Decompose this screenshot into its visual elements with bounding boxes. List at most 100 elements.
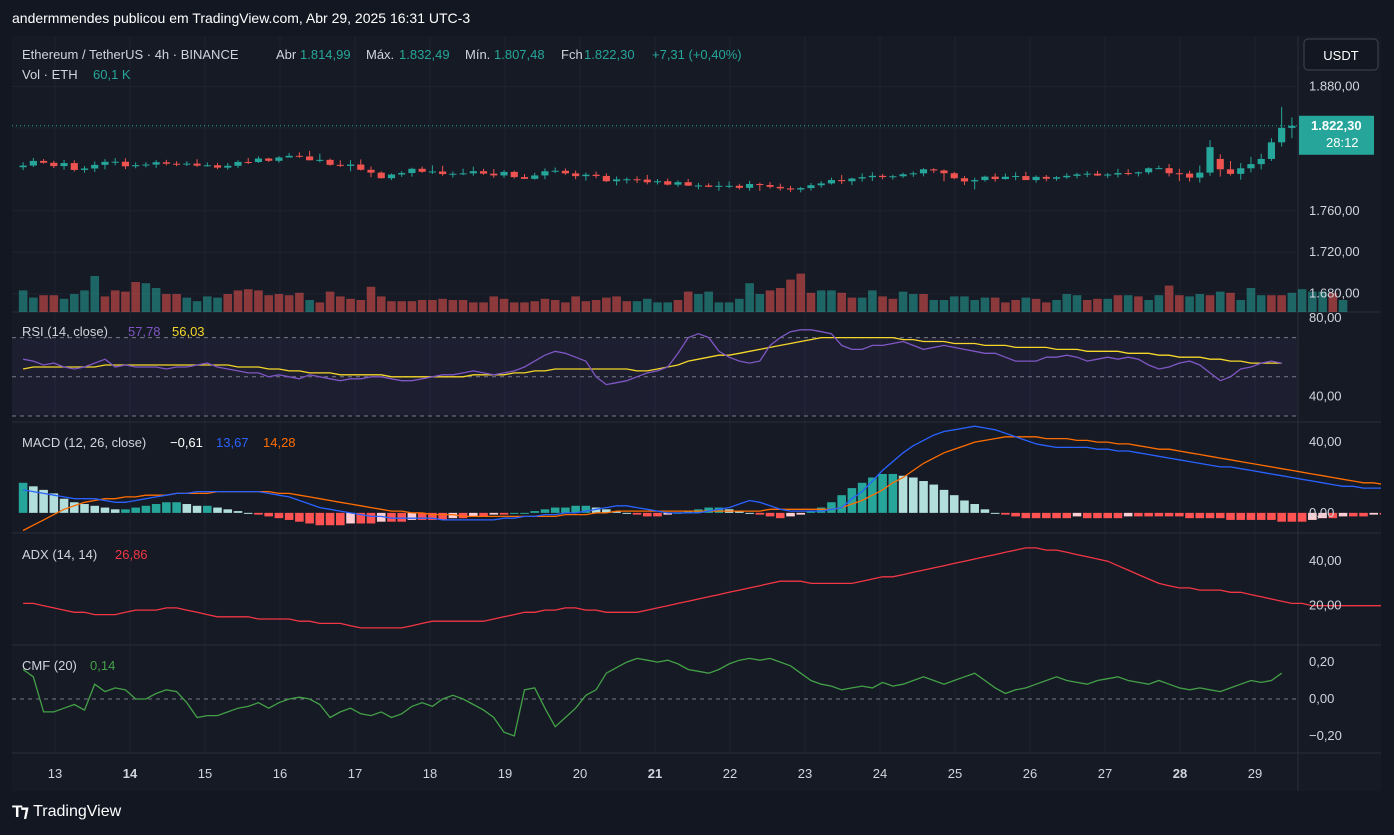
candle-body [981,176,989,181]
macd-histogram-bar [346,512,355,524]
macd-histogram-bar [1042,512,1051,519]
volume-bar [919,294,928,312]
tradingview-footer[interactable]: T⁊ TradingView [12,802,121,822]
volume-bar [724,302,734,312]
candle-body [1032,176,1040,181]
candle-body [265,158,273,161]
candle-body [776,186,784,189]
macd-histogram-bar [509,512,519,514]
candle-body [387,174,396,179]
volume-bar [29,297,38,312]
time-tick-label: 15 [198,766,212,781]
macd-histogram-bar [69,502,79,513]
macd-histogram-bar [1113,512,1123,519]
volume-bar [1205,295,1215,312]
macd-histogram-bar [1348,512,1358,517]
candle-body [664,181,672,185]
volume-bar [694,294,703,312]
candle-body [633,179,641,181]
chart-frame[interactable]: 1.880,001.840,001.760,001.720,001.680,00… [12,36,1394,791]
close-value: 1.822,30 [584,47,635,62]
volume-bar [949,296,959,312]
volume-bar [540,298,550,312]
candle-body [306,156,314,161]
volume-bar [653,302,662,312]
last-price-badge: 1.822,30 28:12 [1299,115,1374,155]
volume-bar [1267,295,1276,312]
volume-bar [69,294,79,312]
macd-histogram-bar [775,512,785,519]
macd-histogram-bar [939,489,949,513]
volume-bar [59,298,69,312]
cmf-value: 0,14 [90,658,115,673]
macd-histogram-bar [1215,512,1225,519]
macd-histogram-bar [755,512,765,515]
cmf-label: CMF (20) [22,658,77,673]
volume-bar [755,294,765,312]
macd-histogram-bar [336,512,345,526]
candle-body [950,173,958,179]
candle-body [746,184,754,188]
macd-histogram-bar [1205,512,1215,519]
currency-button[interactable]: USDT [1303,38,1379,71]
candle-body [940,170,948,174]
macd-signal-value: 14,28 [263,435,296,450]
open-label: Abr [276,47,297,62]
tradingview-wordmark: TradingView [33,803,122,820]
macd-histogram-bar [80,504,89,513]
time-tick-label: 14 [123,766,138,781]
volume-bar [827,290,836,312]
macd-histogram-bar [898,475,908,513]
volume-bar [1052,300,1061,312]
macd-histogram-bar [857,482,867,513]
adx-line [23,547,1384,629]
candle-body [224,165,232,168]
chart-svg[interactable]: 1.880,001.840,001.760,001.720,001.680,00… [12,36,1394,791]
candle-body [173,163,181,165]
candle-body [848,178,856,182]
candle-body [919,169,928,174]
volume-bar [356,300,366,312]
candle-body [490,173,498,176]
candle-body [1196,172,1204,178]
volume-bar [878,296,887,312]
volume-bar [642,298,652,312]
adx-pane [23,547,1384,629]
candle-body [39,160,48,163]
macd-histogram-bar [284,512,294,520]
volume-bar [1195,294,1205,312]
macd-histogram-bar [765,512,775,517]
candle-body [316,159,324,161]
volume-bar [315,302,325,312]
price-tick-label: 1.680,00 [1309,286,1360,301]
macd-histogram-bar [100,507,110,513]
candle-body [213,165,222,168]
macd-histogram-bar [397,512,406,522]
candle-body [479,171,488,174]
macd-signal-line [22,436,1394,532]
candle-body [367,169,375,173]
volume-bar [407,301,417,312]
macd-histogram-bar [1021,512,1031,519]
candle-body [60,163,68,167]
volume-bar [939,300,949,312]
time-tick-label: 21 [648,766,662,781]
volume-bar [898,291,908,312]
macd-histogram-bar [1338,512,1348,517]
candle-body [623,179,631,181]
volume-bar [336,296,345,312]
volume-bar [1256,295,1266,312]
macd-histogram-bar [1001,512,1010,515]
indicator-tick-label: 0,20 [1309,654,1334,669]
macd-histogram-bar [827,502,836,513]
volume-bar [49,295,59,312]
candle-body [991,176,999,180]
volume-bar [448,300,458,312]
high-value: 1.832,49 [399,47,450,62]
candle-body [1093,173,1102,176]
volume-bar [1246,288,1256,312]
candle-body [551,170,559,172]
macd-histogram-bar [540,509,550,513]
indicator-tick-label: −0,20 [1309,728,1342,743]
macd-histogram-bar [233,511,243,513]
